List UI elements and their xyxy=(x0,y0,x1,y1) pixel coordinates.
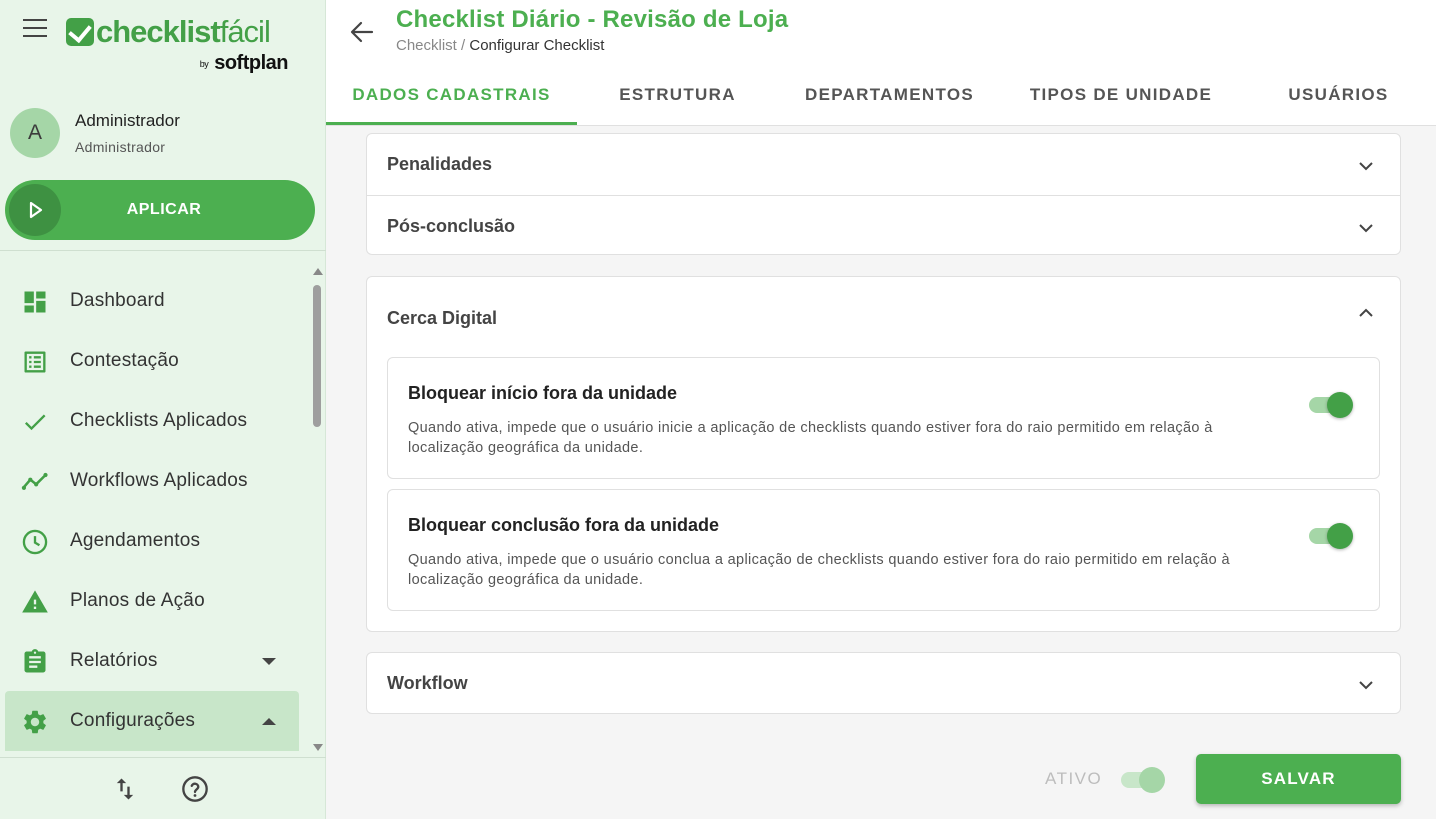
status-toggle[interactable] xyxy=(1119,765,1165,793)
sidebar-item-agendamentos[interactable]: Agendamentos xyxy=(0,511,310,571)
sidebar-nav: Dashboard Contestação Checklists Aplicad… xyxy=(0,271,310,755)
warning-icon xyxy=(21,588,49,616)
gear-icon xyxy=(21,708,49,736)
tab-usuarios[interactable]: USUÁRIOS xyxy=(1241,64,1436,125)
sidebar-item-label: Contestação xyxy=(70,350,179,371)
user-name: Administrador xyxy=(75,111,180,130)
apply-button[interactable]: APLICAR xyxy=(5,180,315,240)
option-description: Quando ativa, impede que o usuário inici… xyxy=(408,420,1213,456)
section-title[interactable]: Cerca Digital xyxy=(387,308,497,329)
scroll-thumb[interactable] xyxy=(313,285,321,427)
scroll-down-arrow-icon[interactable] xyxy=(313,744,323,751)
page-header: Checklist Diário - Revisão de Loja Check… xyxy=(326,0,1436,126)
option-bloquear-conclusao: Bloquear conclusão fora da unidade Quand… xyxy=(387,489,1380,611)
sidebar-scrollbar[interactable] xyxy=(310,265,324,753)
avatar: A xyxy=(10,108,60,158)
logo: checklistfácil by softplan xyxy=(66,14,296,76)
breadcrumb-current: Configurar Checklist xyxy=(469,37,605,54)
breadcrumb-separator: / xyxy=(461,37,466,54)
section-pos-conclusao[interactable]: Pós-conclusão xyxy=(367,195,1400,256)
user-profile[interactable]: A Administrador Administrador xyxy=(10,106,310,160)
swap-vert-icon[interactable] xyxy=(111,775,139,803)
tab-tipos-de-unidade[interactable]: TIPOS DE UNIDADE xyxy=(1001,64,1241,125)
section-workflow: Workflow xyxy=(366,652,1401,714)
menu-icon[interactable] xyxy=(22,19,48,41)
sidebar-item-label: Dashboard xyxy=(70,290,165,311)
back-arrow-icon[interactable] xyxy=(346,16,378,48)
settings-card-top: Penalidades Pós-conclusão xyxy=(366,133,1401,255)
check-icon xyxy=(21,408,49,436)
chevron-down-icon xyxy=(262,657,276,665)
chevron-down-icon[interactable] xyxy=(1358,158,1374,174)
sidebar-item-label: Planos de Ação xyxy=(70,590,205,611)
main-content: Penalidades Pós-conclusão Cerca Digital … xyxy=(326,126,1436,819)
sidebar-item-configuracoes[interactable]: Configurações xyxy=(5,691,299,751)
sidebar: checklistfácil by softplan A Administrado… xyxy=(0,0,326,819)
sidebar-item-relatorios[interactable]: Relatórios xyxy=(0,631,310,691)
chevron-up-icon[interactable] xyxy=(1358,305,1374,321)
section-title: Penalidades xyxy=(387,154,493,174)
breadcrumb-parent[interactable]: Checklist xyxy=(396,37,457,54)
toggle-bloquear-inicio[interactable] xyxy=(1307,390,1353,418)
apply-label: APLICAR xyxy=(126,201,202,218)
tab-departamentos[interactable]: DEPARTAMENTOS xyxy=(778,64,1001,125)
sidebar-item-label: Relatórios xyxy=(70,650,158,671)
active-tab-indicator xyxy=(326,122,577,125)
chevron-up-icon xyxy=(262,717,276,725)
tab-bar: DADOS CADASTRAIS ESTRUTURA DEPARTAMENTOS… xyxy=(326,64,1436,126)
section-title: Workflow xyxy=(387,673,468,693)
clock-icon xyxy=(21,528,49,556)
sidebar-item-checklists-aplicados[interactable]: Checklists Aplicados xyxy=(0,391,310,451)
timeline-icon xyxy=(21,468,49,496)
section-workflow-header[interactable]: Workflow xyxy=(367,653,1400,714)
sidebar-item-label: Checklists Aplicados xyxy=(70,410,248,431)
sidebar-item-label: Configurações xyxy=(70,710,196,731)
logo-name-bold: checklist xyxy=(96,14,221,49)
sidebar-item-label: Workflows Aplicados xyxy=(70,470,248,491)
scroll-up-arrow-icon[interactable] xyxy=(313,268,323,275)
list-alt-icon xyxy=(21,348,49,376)
status-label: ATIVO xyxy=(1045,769,1103,788)
logo-check-icon xyxy=(66,18,94,46)
sidebar-item-dashboard[interactable]: Dashboard xyxy=(0,271,310,331)
tab-dados-cadastrais[interactable]: DADOS CADASTRAIS xyxy=(326,64,577,125)
page-title: Checklist Diário - Revisão de Loja xyxy=(396,6,789,33)
sidebar-divider xyxy=(0,250,326,251)
chevron-down-icon[interactable] xyxy=(1358,220,1374,236)
option-title: Bloquear conclusão fora da unidade xyxy=(408,515,720,535)
option-title: Bloquear início fora da unidade xyxy=(408,383,678,403)
sidebar-item-workflows-aplicados[interactable]: Workflows Aplicados xyxy=(0,451,310,511)
option-description: Quando ativa, impede que o usuário concl… xyxy=(408,552,1230,588)
breadcrumb: Checklist / Configurar Checklist xyxy=(396,37,604,54)
chevron-down-icon[interactable] xyxy=(1358,677,1374,693)
logo-by: by xyxy=(199,58,209,69)
save-button[interactable]: SALVAR xyxy=(1196,754,1401,804)
tab-estrutura[interactable]: ESTRUTURA xyxy=(577,64,778,125)
logo-name-thin: fácil xyxy=(219,14,271,49)
sidebar-footer xyxy=(0,757,326,819)
toggle-bloquear-conclusao[interactable] xyxy=(1307,521,1353,549)
sidebar-item-planos-de-acao[interactable]: Planos de Ação xyxy=(0,571,310,631)
logo-company: softplan xyxy=(214,52,288,74)
sidebar-item-contestacao[interactable]: Contestação xyxy=(0,331,310,391)
section-penalidades[interactable]: Penalidades xyxy=(367,134,1400,195)
section-title: Pós-conclusão xyxy=(387,216,516,236)
dashboard-icon xyxy=(21,288,49,316)
help-icon[interactable] xyxy=(181,775,209,803)
option-bloquear-inicio: Bloquear início fora da unidade Quando a… xyxy=(387,357,1380,479)
clipboard-icon xyxy=(21,648,49,676)
user-role: Administrador xyxy=(75,139,166,155)
sidebar-item-label: Agendamentos xyxy=(70,530,201,551)
section-cerca-digital: Cerca Digital Bloquear início fora da un… xyxy=(366,276,1401,632)
